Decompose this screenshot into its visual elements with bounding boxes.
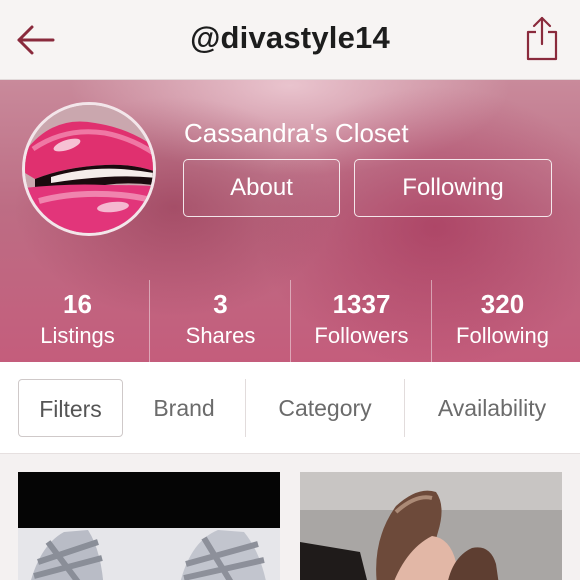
stat-label: Followers	[314, 323, 409, 348]
filter-divider	[404, 379, 405, 437]
stats-row: 16 Listings 3 Shares 1337 Followers 320 …	[0, 280, 580, 362]
stat-shares[interactable]: 3 Shares	[148, 280, 293, 362]
filter-tab-filters[interactable]: Filters	[18, 379, 123, 437]
following-button[interactable]: Following	[354, 159, 552, 217]
filter-tab-category[interactable]: Category	[252, 379, 398, 437]
profile-header: Cassandra's Closet About Following 16 Li…	[0, 80, 580, 362]
stat-value: 16	[63, 289, 92, 319]
filter-bar: Filters Brand Category Availability	[0, 362, 580, 454]
avatar[interactable]	[22, 102, 156, 236]
filter-divider	[245, 379, 246, 437]
stat-listings[interactable]: 16 Listings	[5, 280, 150, 362]
stat-label: Shares	[185, 323, 256, 348]
stat-followers[interactable]: 1337 Followers	[289, 280, 434, 362]
listing-card[interactable]	[300, 472, 562, 580]
lips-photo	[25, 105, 153, 233]
share-button[interactable]	[522, 14, 562, 64]
stat-value: 1337	[332, 289, 391, 319]
stat-label: Listings	[40, 323, 115, 348]
silver-heels-photo	[18, 472, 280, 580]
filter-tab-availability[interactable]: Availability	[412, 379, 572, 437]
bronze-pumps-photo	[300, 472, 562, 580]
stat-value: 3	[213, 289, 228, 319]
page-title: @divastyle14	[190, 20, 390, 55]
share-icon	[526, 16, 558, 61]
stat-following[interactable]: 320 Following	[430, 280, 575, 362]
filter-tab-brand[interactable]: Brand	[134, 379, 234, 437]
listing-card[interactable]	[18, 472, 280, 580]
closet-name: Cassandra's Closet	[184, 118, 409, 148]
about-button[interactable]: About	[183, 159, 340, 217]
stat-label: Following	[456, 323, 549, 348]
top-nav-bar: @divastyle14	[0, 0, 580, 80]
stat-value: 320	[480, 289, 525, 319]
listings-grid	[0, 454, 580, 580]
